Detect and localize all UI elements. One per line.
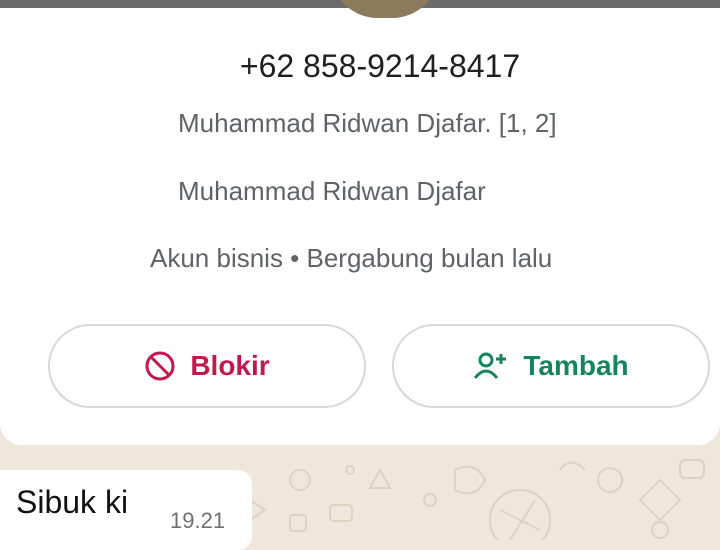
message-timestamp: 19.21 [170, 508, 226, 533]
block-button-label: Blokir [190, 350, 270, 381]
block-button[interactable]: Blokir [48, 324, 366, 408]
message-text: Sibuk ki [16, 484, 129, 520]
account-info: Akun bisnis • Bergabung bulan lalu [150, 243, 553, 273]
contact-phone-number: +62 858-9214-8417 [239, 48, 521, 84]
add-contact-button[interactable]: Tambah [392, 324, 710, 408]
block-icon [144, 350, 176, 382]
add-person-icon [473, 350, 509, 382]
contact-about: Muhammad Ridwan Djafar [178, 176, 486, 206]
add-contact-button-label: Tambah [523, 350, 629, 381]
contact-push-name: Muhammad Ridwan Djafar. [1, 2] [178, 108, 557, 138]
